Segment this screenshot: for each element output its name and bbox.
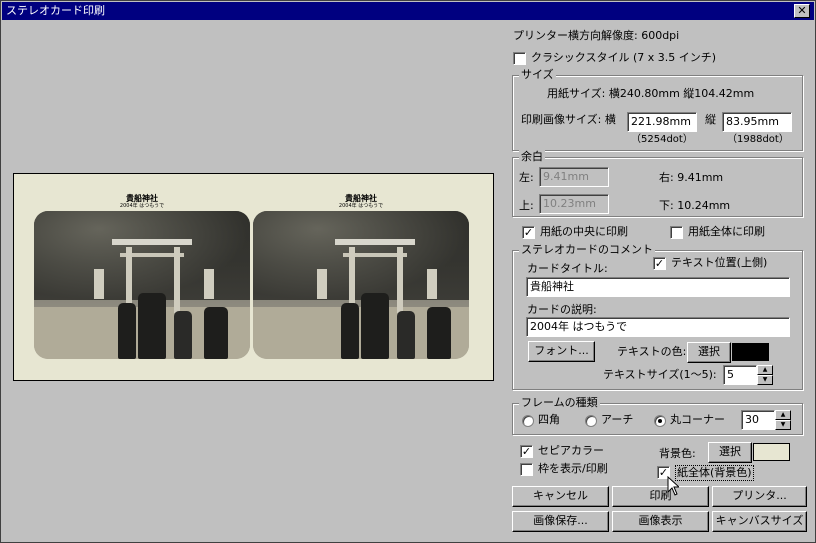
canvas-size-button[interactable]: キャンバスサイズ xyxy=(712,511,807,532)
spin-up-icon[interactable]: ▲ xyxy=(775,410,791,420)
text-position-label: テキスト位置(上側) xyxy=(671,256,768,269)
show-frame-label: 枠を表示/印刷 xyxy=(538,462,608,475)
sepia-label: セピアカラー xyxy=(538,444,604,457)
corner-radius-spinner[interactable]: ▲ ▼ xyxy=(775,410,791,430)
top-margin-input: 10.23mm xyxy=(539,194,609,214)
size-group-label: サイズ xyxy=(519,68,556,82)
frame-arch-label: アーチ xyxy=(601,413,634,426)
text-size-input[interactable]: 5 xyxy=(723,365,757,385)
title-bar[interactable]: ステレオカード印刷 ✕ xyxy=(2,2,814,20)
preview-right-title: 貴船神社 xyxy=(345,194,377,203)
font-button[interactable]: フォント... xyxy=(528,341,595,362)
card-preview: 貴船神社 2004年 はつもうで 貴船神社 2004年 はつもうで xyxy=(13,173,494,381)
frame-square-radio[interactable] xyxy=(522,415,534,427)
sepia-checkbox[interactable]: ✓ xyxy=(520,445,533,458)
full-print-checkbox[interactable] xyxy=(670,226,683,239)
right-margin-text: 右: 9.41mm xyxy=(659,171,724,184)
width-dots-text: （5254dot） xyxy=(631,134,693,145)
preview-left-title: 貴船神社 xyxy=(126,194,158,203)
image-size-label: 印刷画像サイズ: 横 xyxy=(521,113,616,126)
frame-arch-radio[interactable] xyxy=(585,415,597,427)
whole-paper-label: 紙全体(背景色) xyxy=(675,465,754,481)
center-print-checkbox[interactable]: ✓ xyxy=(522,226,535,239)
show-frame-checkbox[interactable] xyxy=(520,463,533,476)
card-title-label: カードタイトル: xyxy=(527,262,608,275)
spin-down-icon[interactable]: ▼ xyxy=(757,375,773,385)
left-margin-label: 左: xyxy=(519,171,534,184)
background-color-label: 背景色: xyxy=(659,447,696,460)
save-image-button[interactable]: 画像保存... xyxy=(512,511,609,532)
left-margin-input: 9.41mm xyxy=(539,167,609,187)
image-height-input[interactable]: 83.95mm xyxy=(722,112,792,132)
text-size-spinner[interactable]: ▲ ▼ xyxy=(757,365,773,385)
text-color-label: テキストの色: xyxy=(617,345,687,358)
classic-style-checkbox[interactable] xyxy=(513,52,526,65)
margin-group-label: 余白 xyxy=(519,150,545,164)
top-margin-label: 上: xyxy=(519,199,534,212)
card-desc-input[interactable]: 2004年 はつもうで xyxy=(526,317,790,337)
classic-style-label: クラシックスタイル (7 x 3.5 インチ) xyxy=(531,51,717,64)
card-desc-label: カードの説明: xyxy=(527,303,597,316)
spin-down-icon[interactable]: ▼ xyxy=(775,420,791,430)
background-color-select-button[interactable]: 選択 xyxy=(708,442,752,463)
text-color-select-button[interactable]: 選択 xyxy=(687,342,731,363)
text-color-swatch xyxy=(732,343,769,361)
show-image-button[interactable]: 画像表示 xyxy=(612,511,709,532)
center-print-label: 用紙の中央に印刷 xyxy=(540,225,628,238)
dialog-window: ステレオカード印刷 ✕ 貴船神社 2004年 はつもうで 貴船神社 2004年 … xyxy=(0,0,816,543)
comment-group-label: ステレオカードのコメント xyxy=(519,243,655,257)
corner-radius-input[interactable]: 30 xyxy=(741,410,775,430)
window-title: ステレオカード印刷 xyxy=(6,4,105,17)
frame-square-label: 四角 xyxy=(538,413,560,426)
text-position-checkbox[interactable]: ✓ xyxy=(653,257,666,270)
frame-round-corner-label: 丸コーナー xyxy=(670,413,725,426)
frame-round-corner-radio[interactable] xyxy=(654,415,666,427)
preview-left-desc: 2004年 はつもうで xyxy=(119,203,165,209)
bottom-margin-text: 下: 10.24mm xyxy=(659,199,731,212)
full-print-label: 用紙全体に印刷 xyxy=(688,225,765,238)
frame-group-label: フレームの種類 xyxy=(519,396,600,410)
paper-size-text: 用紙サイズ: 横240.80mm 縦104.42mm xyxy=(547,87,755,100)
height-label: 縦 xyxy=(705,113,716,126)
height-dots-text: （1988dot） xyxy=(727,134,789,145)
card-title-input[interactable]: 貴船神社 xyxy=(526,277,790,297)
left-stereo-photo xyxy=(34,211,250,359)
close-icon[interactable]: ✕ xyxy=(794,4,810,18)
spin-up-icon[interactable]: ▲ xyxy=(757,365,773,375)
background-color-swatch xyxy=(753,443,790,461)
mouse-pointer-icon xyxy=(667,476,679,496)
preview-right-desc: 2004年 はつもうで xyxy=(338,203,384,209)
cancel-button[interactable]: キャンセル xyxy=(512,486,609,507)
print-button[interactable]: 印刷 xyxy=(612,486,709,507)
text-size-label: テキストサイズ(1〜5): xyxy=(603,368,717,381)
image-width-input[interactable]: 221.98mm xyxy=(627,112,697,132)
right-stereo-photo xyxy=(253,211,469,359)
printer-resolution-text: プリンター横方向解像度: 600dpi xyxy=(513,29,680,42)
printer-button[interactable]: プリンタ... xyxy=(712,486,807,507)
